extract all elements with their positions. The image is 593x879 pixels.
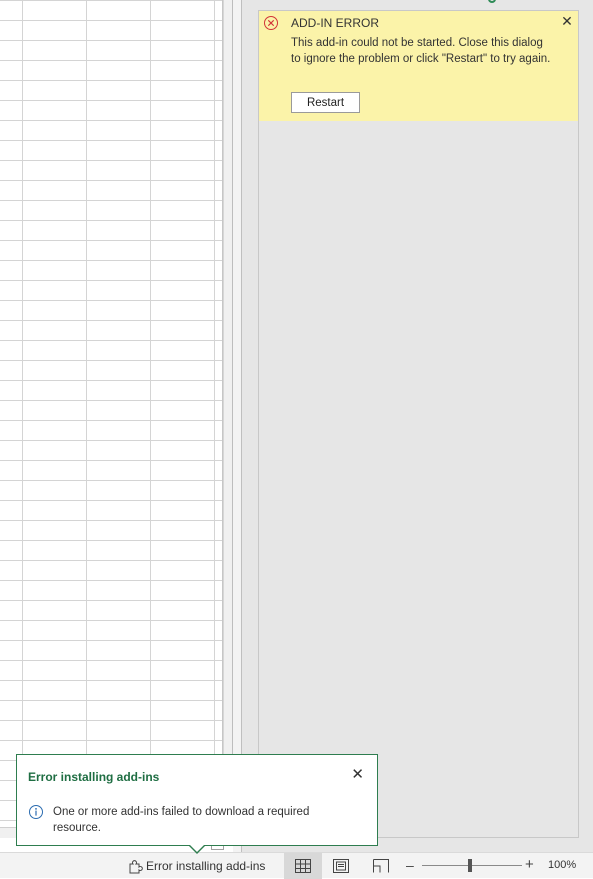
- add-in-task-pane: ADD-IN ERROR ✕ This add-in could not be …: [242, 0, 593, 852]
- close-icon[interactable]: ✕: [351, 767, 364, 782]
- normal-view-button[interactable]: [284, 853, 322, 879]
- status-error-text: Error installing add-ins: [146, 859, 266, 873]
- add-in-notification: Error installing add-ins ✕ One or more a…: [16, 754, 378, 846]
- page-break-view-button[interactable]: [372, 858, 390, 874]
- info-icon: [29, 805, 43, 819]
- page-break-view-icon: [373, 859, 389, 873]
- page-layout-view-icon: [333, 859, 349, 873]
- restart-button[interactable]: Restart: [291, 92, 360, 113]
- page-layout-view-button[interactable]: [332, 858, 350, 874]
- notification-title: Error installing add-ins: [28, 770, 160, 784]
- vertical-scrollbar[interactable]: [223, 0, 233, 838]
- spreadsheet-grid[interactable]: [0, 0, 223, 838]
- close-icon[interactable]: ✕: [560, 14, 574, 28]
- callout-pointer-fill: [189, 844, 205, 852]
- task-pane-content: ADD-IN ERROR ✕ This add-in could not be …: [258, 10, 579, 838]
- zoom-slider-thumb[interactable]: [468, 859, 472, 872]
- notification-message: One or more add-ins failed to download a…: [53, 806, 310, 834]
- add-in-error-banner: ADD-IN ERROR ✕ This add-in could not be …: [259, 11, 578, 121]
- task-pane-splitter[interactable]: [233, 0, 242, 852]
- error-message: This add-in could not be started. Close …: [291, 37, 551, 65]
- zoom-slider[interactable]: [422, 865, 522, 866]
- error-circle-icon: [264, 16, 278, 30]
- status-bar: Error installing add-ins – + 100%: [0, 852, 593, 879]
- add-in-puzzle-icon: [129, 860, 143, 874]
- zoom-out-button[interactable]: –: [406, 857, 414, 873]
- pane-header-icon: [488, 0, 496, 3]
- zoom-level[interactable]: 100%: [548, 859, 576, 871]
- zoom-in-button[interactable]: +: [525, 856, 534, 873]
- normal-view-icon: [295, 859, 311, 873]
- status-error-item[interactable]: Error installing add-ins: [127, 857, 265, 875]
- error-title: ADD-IN ERROR: [291, 16, 380, 30]
